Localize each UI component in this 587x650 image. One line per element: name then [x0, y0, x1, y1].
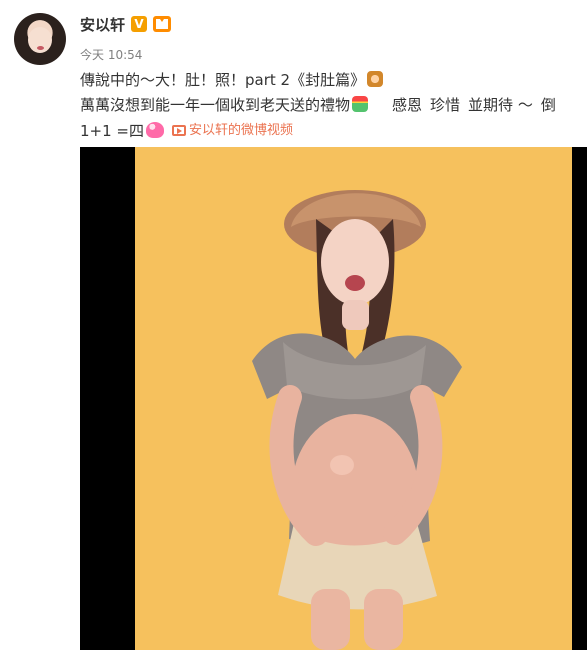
post-text: 傳說中的～大！肚！照！part 2《封肚篇》 萬萬沒想到能一年一個收到老天送的禮…: [80, 68, 587, 143]
post-text-line-1: 傳說中的～大！肚！照！part 2《封肚篇》: [80, 68, 587, 93]
video-link-label: 安以轩的微博视频: [189, 123, 294, 138]
video-icon: [172, 125, 186, 136]
tag-gratitude: 感恩: [392, 96, 423, 114]
video-photo[interactable]: [135, 147, 572, 650]
member-icon[interactable]: [153, 16, 172, 32]
tag-cutoff: 倒: [540, 96, 556, 114]
username-link[interactable]: 安以轩: [80, 14, 125, 35]
video-link[interactable]: 安以轩的微博视频: [172, 118, 293, 143]
username-row: 安以轩 V: [80, 12, 172, 36]
post-text-line-2-text: 萬萬沒想到能一年一個收到老天送的禮物: [80, 96, 351, 114]
post-text-line-3: 1+1 =四 安以轩的微博视频: [80, 118, 587, 143]
post-timestamp[interactable]: 今天 10:54: [80, 46, 142, 63]
avatar-lips-shape: [37, 46, 44, 50]
heart-emoji-icon: [146, 122, 164, 138]
tag-cherish: 珍惜: [430, 96, 461, 114]
post-text-line-1-text: 傳說中的～大！肚！照！part 2《封肚篇》: [80, 71, 366, 89]
verified-badge-icon[interactable]: V: [131, 16, 148, 32]
tag-anticipate: 並期待 ～: [468, 96, 533, 114]
smile-emoji-icon: [367, 71, 384, 87]
avatar[interactable]: [14, 13, 66, 65]
video-thumbnail[interactable]: [80, 147, 587, 650]
post-text-line-2: 萬萬沒想到能一年一個收到老天送的禮物 感恩 珍惜 並期待 ～ 倒: [80, 93, 587, 118]
post-text-line-3-text: 1+1 =四: [80, 122, 144, 140]
gift-emoji-icon: [352, 96, 369, 112]
